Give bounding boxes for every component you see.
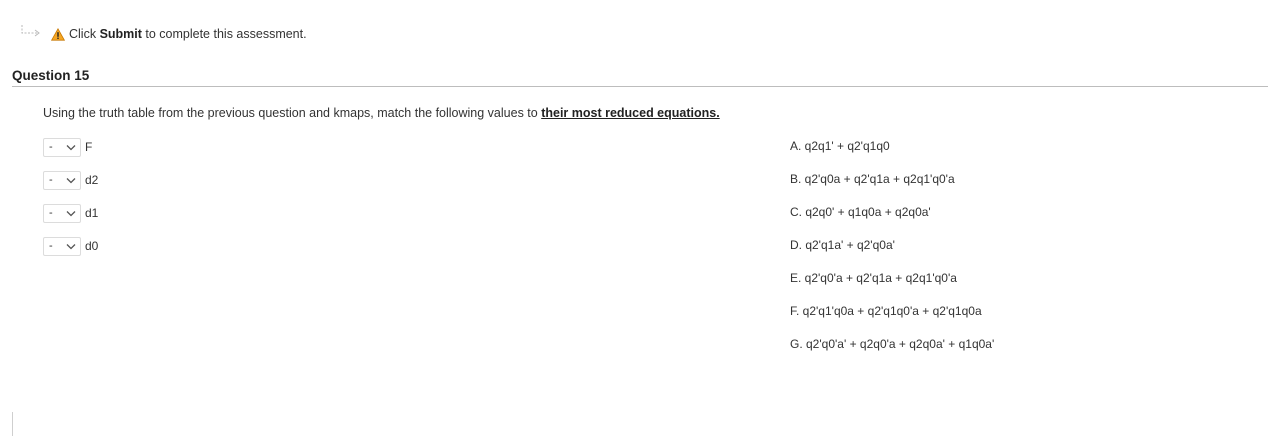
notice-submit-word: Submit (99, 27, 142, 41)
answer-option-b: B. q2'q0a + q2'q1a + q2q1'q0'a (790, 172, 955, 186)
match-label-d1: d1 (85, 206, 99, 220)
match-select-f[interactable]: - (43, 137, 81, 157)
notice-prefix: Click (69, 27, 100, 41)
match-row-d1: - d1 (43, 203, 98, 223)
match-row-d2: - d2 (43, 170, 98, 190)
match-select-d1[interactable]: - (43, 203, 81, 223)
answer-option-d: D. q2'q1a' + q2'q0a' (790, 238, 895, 252)
chevron-down-icon (66, 210, 76, 216)
prompt-text: Using the truth table from the previous … (43, 106, 542, 120)
answer-option-f: F. q2'q1'q0a + q2'q1q0'a + q2'q1q0a (790, 304, 982, 318)
select-value: - (49, 240, 53, 252)
prompt-emphasis: their most reduced equations. (541, 106, 720, 120)
match-label-d0: d0 (85, 239, 99, 253)
match-label-d2: d2 (85, 173, 99, 187)
match-select-d0[interactable]: - (43, 236, 81, 256)
answer-option-a: A. q2q1' + q2'q1q0 (790, 139, 890, 153)
match-label-f: F (85, 140, 93, 154)
notice-suffix: to complete this assessment. (141, 27, 307, 41)
question-title: Question 15 (12, 68, 90, 83)
next-question-edge (0, 412, 13, 436)
select-value: - (49, 174, 53, 186)
return-arrow-icon (21, 25, 40, 37)
question-prompt: Using the truth table from the previous … (43, 106, 720, 120)
chevron-down-icon (66, 144, 76, 150)
select-value: - (49, 141, 53, 153)
question-divider (12, 86, 1268, 87)
chevron-down-icon (66, 243, 76, 249)
chevron-down-icon (66, 177, 76, 183)
match-row-d0: - d0 (43, 236, 98, 256)
answer-option-g: G. q2'q0'a' + q2q0'a + q2q0a' + q1q0a' (790, 337, 995, 351)
answer-option-c: C. q2q0' + q1q0a + q2q0a' (790, 205, 931, 219)
match-select-d2[interactable]: - (43, 170, 81, 190)
warning-icon (51, 27, 65, 41)
submit-notice: Click Submit to complete this assessment… (51, 27, 307, 41)
match-row-f: - F (43, 137, 92, 157)
answer-option-e: E. q2'q0'a + q2'q1a + q2q1'q0'a (790, 271, 957, 285)
select-value: - (49, 207, 53, 219)
